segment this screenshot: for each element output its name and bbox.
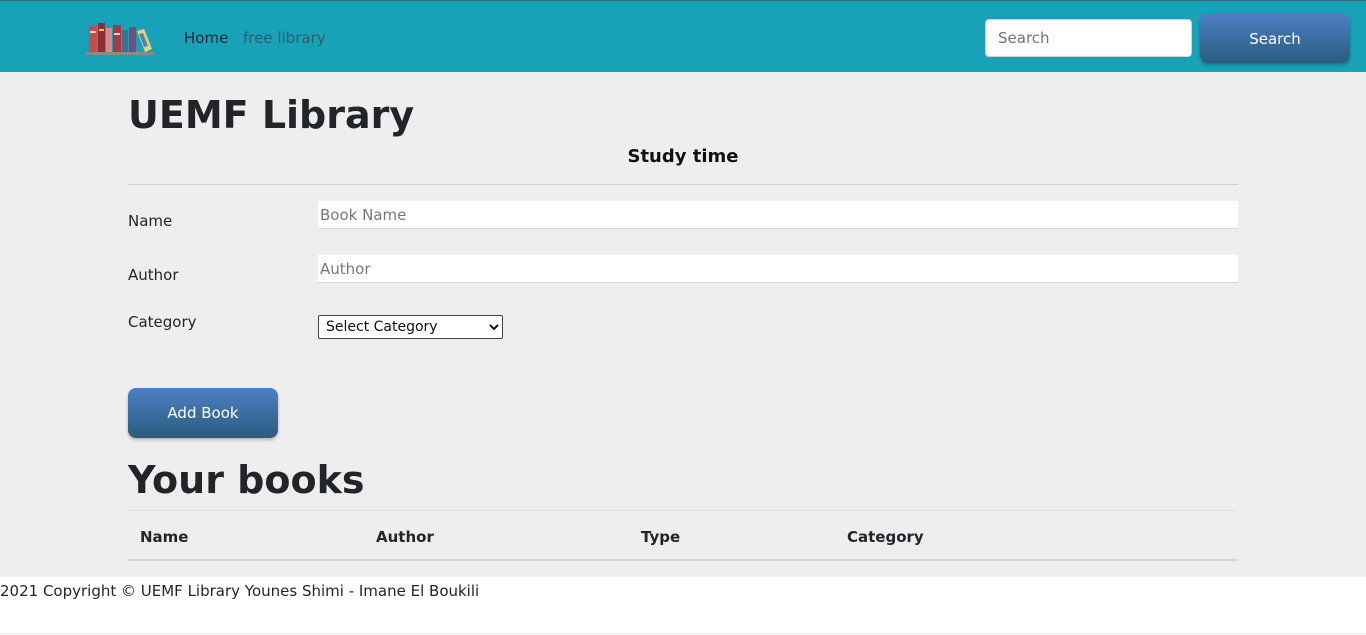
page-title: UEMF Library <box>128 93 415 137</box>
footer: 2021 Copyright © UEMF Library Younes Shi… <box>0 577 1366 635</box>
column-header-category: Category <box>847 528 924 546</box>
nav-link-home[interactable]: Home <box>184 28 228 48</box>
footer-divider <box>0 633 1366 634</box>
copyright-text: 2021 Copyright © UEMF Library Younes Shi… <box>0 582 480 600</box>
name-label: Name <box>128 212 173 230</box>
author-input[interactable] <box>318 255 1238 283</box>
main-content: UEMF Library Study time Name Author Cate… <box>0 72 1366 577</box>
column-header-name: Name <box>140 528 189 546</box>
navbar: Home free library Search <box>0 0 1366 72</box>
table-top-border <box>128 510 1238 511</box>
column-header-author: Author <box>376 528 434 546</box>
nav-link-free-library[interactable]: free library <box>243 28 326 48</box>
subtitle: Study time <box>627 146 739 167</box>
divider <box>128 184 1238 185</box>
table-header-border <box>128 559 1238 561</box>
column-header-type: Type <box>641 528 681 546</box>
book-name-input[interactable] <box>318 201 1238 229</box>
add-book-button[interactable]: Add Book <box>128 388 278 438</box>
books-logo-icon[interactable] <box>86 19 154 55</box>
search-input[interactable] <box>985 19 1192 57</box>
books-section-title: Your books <box>128 458 365 502</box>
category-select[interactable]: Select Category <box>318 315 503 339</box>
category-label: Category <box>128 313 197 331</box>
search-button[interactable]: Search <box>1200 14 1350 63</box>
author-label: Author <box>128 266 179 284</box>
